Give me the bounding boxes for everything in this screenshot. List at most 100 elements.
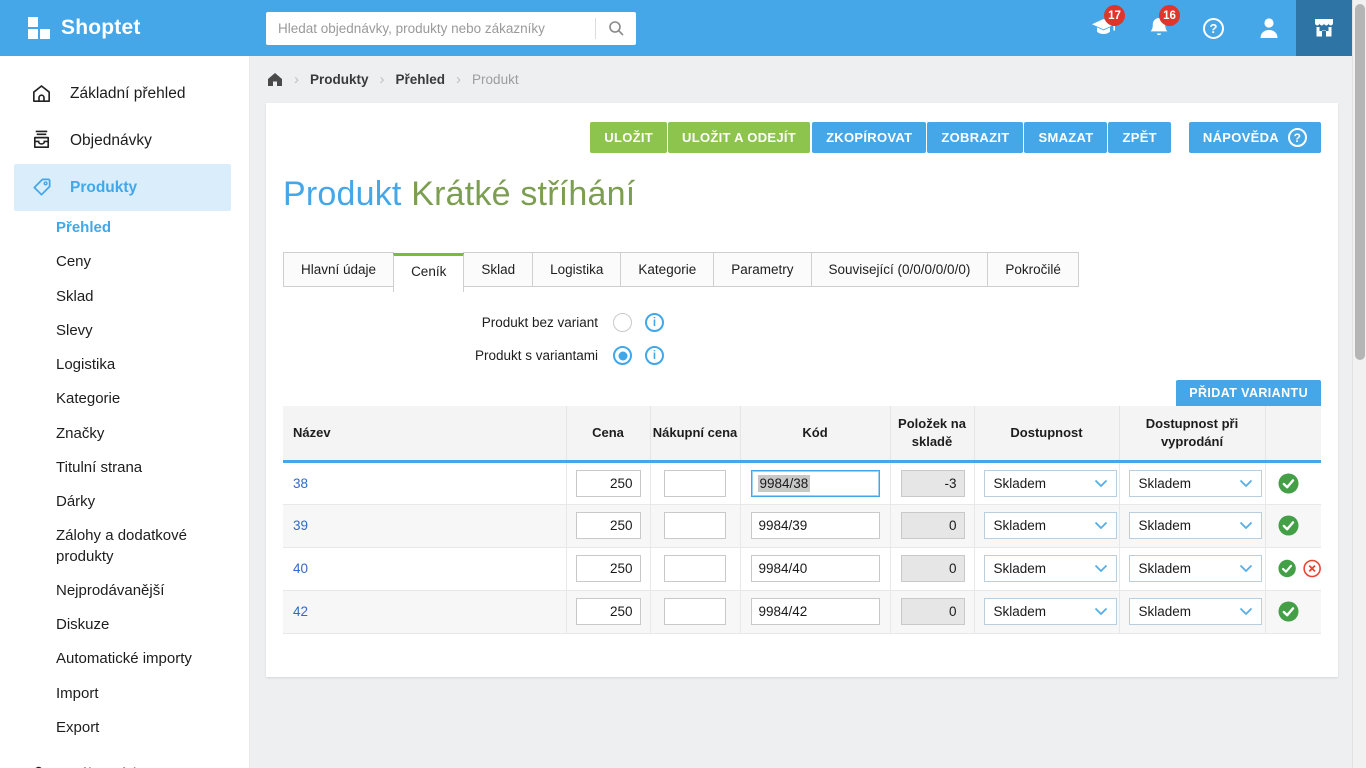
topbar: Shoptet 17 16 ? bbox=[0, 0, 1366, 56]
sidebar-item-label: Základní přehled bbox=[70, 85, 185, 103]
help-button[interactable]: ? bbox=[1186, 0, 1241, 56]
select-value: Skladem bbox=[1139, 561, 1192, 576]
select-value: Skladem bbox=[994, 561, 1047, 576]
sidebar-subitem-znacky[interactable]: Značky bbox=[0, 417, 249, 451]
info-icon[interactable]: i bbox=[645, 346, 664, 365]
sidebar-subitem-zalohy[interactable]: Zálohy a dodatkové produkty bbox=[0, 519, 249, 574]
variant-option-with: Produkt s variantami i bbox=[283, 346, 1321, 365]
help-button-label: NÁPOVĚDA bbox=[1203, 130, 1279, 145]
question-mark-icon: ? bbox=[1288, 128, 1307, 147]
tab-pokrocile[interactable]: Pokročilé bbox=[987, 252, 1079, 287]
tab-logistika[interactable]: Logistika bbox=[532, 252, 621, 287]
scrollbar-thumb[interactable] bbox=[1355, 4, 1365, 360]
breadcrumb-produkty[interactable]: Produkty bbox=[310, 72, 369, 87]
sidebar-subitem-diskuze[interactable]: Diskuze bbox=[0, 608, 249, 642]
sidebar-subitem-titulni-strana[interactable]: Titulní strana bbox=[0, 451, 249, 485]
sidebar-subitem-slevy[interactable]: Slevy bbox=[0, 314, 249, 348]
code-input-focused[interactable]: 9984/38 bbox=[751, 470, 880, 497]
sidebar-item-zakladni-prehled[interactable]: Základní přehled bbox=[0, 70, 249, 117]
purchase-price-input[interactable] bbox=[664, 512, 726, 539]
store-button[interactable] bbox=[1296, 0, 1352, 56]
price-input[interactable] bbox=[576, 470, 641, 497]
search-input[interactable] bbox=[266, 21, 595, 36]
customers-icon bbox=[30, 763, 53, 768]
variant-name-link[interactable]: 42 bbox=[283, 604, 308, 619]
visible-check-icon[interactable] bbox=[1278, 601, 1299, 622]
soldout-availability-select[interactable]: Skladem bbox=[1129, 512, 1262, 539]
tab-sklad[interactable]: Sklad bbox=[463, 252, 533, 287]
soldout-availability-select[interactable]: Skladem bbox=[1129, 555, 1262, 582]
variant-with-radio[interactable] bbox=[613, 346, 632, 365]
sidebar-subitem-kategorie[interactable]: Kategorie bbox=[0, 382, 249, 416]
sidebar-item-objednavky[interactable]: Objednávky bbox=[0, 117, 249, 164]
price-input[interactable] bbox=[576, 512, 641, 539]
stock-input bbox=[901, 470, 965, 497]
availability-select[interactable]: Skladem bbox=[984, 512, 1117, 539]
tab-souvisejici[interactable]: Související (0/0/0/0/0/0) bbox=[811, 252, 989, 287]
add-variant-button[interactable]: PŘIDAT VARIANTU bbox=[1176, 380, 1321, 406]
help-icon: ? bbox=[1203, 18, 1224, 39]
notifications-button[interactable]: 16 bbox=[1131, 0, 1186, 56]
sidebar-subitem-prehled[interactable]: Přehled bbox=[0, 211, 249, 245]
copy-button[interactable]: ZKOPÍROVAT bbox=[812, 122, 926, 153]
page-title-prefix: Produkt bbox=[283, 175, 402, 213]
view-button[interactable]: ZOBRAZIT bbox=[927, 122, 1023, 153]
variant-option-without: Produkt bez variant i bbox=[283, 313, 1321, 332]
select-value: Skladem bbox=[994, 604, 1047, 619]
sidebar-subitem-darky[interactable]: Dárky bbox=[0, 485, 249, 519]
breadcrumb-prehled[interactable]: Přehled bbox=[396, 72, 446, 87]
availability-select[interactable]: Skladem bbox=[984, 598, 1117, 625]
account-button[interactable] bbox=[1241, 0, 1296, 56]
sidebar-subitem-import[interactable]: Import bbox=[0, 677, 249, 711]
visible-check-icon[interactable] bbox=[1278, 473, 1299, 494]
purchase-price-input[interactable] bbox=[664, 598, 726, 625]
page-title: Produkt Krátké stříhání bbox=[283, 175, 1321, 214]
shoptet-logo[interactable]: Shoptet bbox=[0, 16, 250, 40]
info-icon[interactable]: i bbox=[645, 313, 664, 332]
sidebar-item-zakaznici[interactable]: Zákazníci bbox=[0, 751, 249, 768]
breadcrumb-home-icon[interactable] bbox=[267, 72, 283, 87]
purchase-price-input[interactable] bbox=[664, 555, 726, 582]
help-button-card[interactable]: NÁPOVĚDA ? bbox=[1189, 122, 1321, 153]
save-and-exit-button[interactable]: ULOŽIT A ODEJÍT bbox=[668, 122, 810, 153]
sidebar-subitem-export[interactable]: Export bbox=[0, 711, 249, 745]
select-value: Skladem bbox=[994, 476, 1047, 491]
sidebar-subitem-logistika[interactable]: Logistika bbox=[0, 348, 249, 382]
sidebar-subitem-ceny[interactable]: Ceny bbox=[0, 245, 249, 279]
visible-check-icon[interactable] bbox=[1278, 558, 1296, 579]
back-button[interactable]: ZPĚT bbox=[1108, 122, 1170, 153]
sidebar-subitem-automaticke-importy[interactable]: Automatické importy bbox=[0, 642, 249, 676]
sidebar-subitem-sklad[interactable]: Sklad bbox=[0, 280, 249, 314]
user-icon bbox=[1257, 15, 1281, 41]
sidebar-subitem-nejprodavanejsi[interactable]: Nejprodávanější bbox=[0, 574, 249, 608]
availability-select[interactable]: Skladem bbox=[984, 470, 1117, 497]
tab-kategorie[interactable]: Kategorie bbox=[620, 252, 714, 287]
save-button[interactable]: ULOŽIT bbox=[590, 122, 667, 153]
variant-name-link[interactable]: 40 bbox=[283, 561, 308, 576]
tab-cenik[interactable]: Ceník bbox=[393, 253, 464, 292]
availability-select[interactable]: Skladem bbox=[984, 555, 1117, 582]
sidebar-item-label: Objednávky bbox=[70, 132, 152, 150]
sidebar-item-produkty[interactable]: Produkty bbox=[14, 164, 231, 211]
code-input[interactable] bbox=[751, 555, 880, 582]
col-header-nakupni-cena: Nákupní cena bbox=[650, 406, 740, 461]
delete-button[interactable]: SMAZAT bbox=[1024, 122, 1107, 153]
code-input[interactable] bbox=[751, 598, 880, 625]
soldout-availability-select[interactable]: Skladem bbox=[1129, 470, 1262, 497]
price-input[interactable] bbox=[576, 555, 641, 582]
tab-parametry[interactable]: Parametry bbox=[713, 252, 811, 287]
academy-button[interactable]: 17 bbox=[1076, 0, 1131, 56]
page-scrollbar[interactable] bbox=[1352, 0, 1366, 768]
visible-check-icon[interactable] bbox=[1278, 515, 1299, 536]
variant-without-radio[interactable] bbox=[613, 313, 632, 332]
delete-x-icon[interactable] bbox=[1303, 558, 1321, 579]
soldout-availability-select[interactable]: Skladem bbox=[1129, 598, 1262, 625]
variant-name-link[interactable]: 38 bbox=[283, 476, 308, 491]
code-input[interactable] bbox=[751, 512, 880, 539]
variant-name-link[interactable]: 39 bbox=[283, 518, 308, 533]
purchase-price-input[interactable] bbox=[664, 470, 726, 497]
tab-hlavni-udaje[interactable]: Hlavní údaje bbox=[283, 252, 394, 287]
search-icon[interactable] bbox=[596, 12, 636, 45]
page-title-name: Krátké stříhání bbox=[411, 175, 635, 213]
price-input[interactable] bbox=[576, 598, 641, 625]
